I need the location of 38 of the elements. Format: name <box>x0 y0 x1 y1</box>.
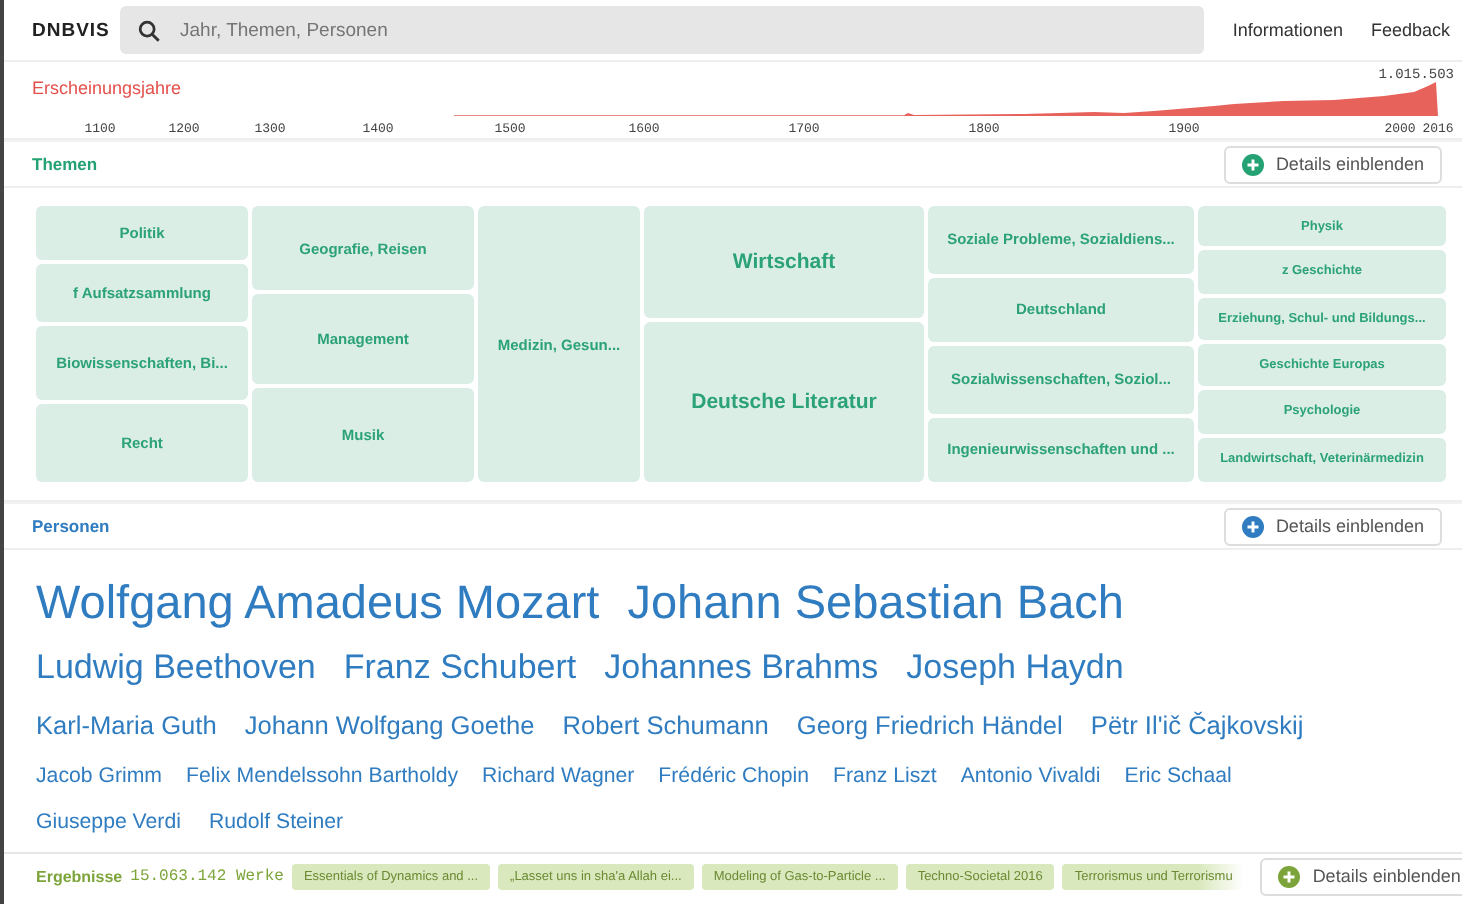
nav-link[interactable]: Informationen <box>1232 20 1343 40</box>
details-button[interactable]: Details einblenden <box>1223 145 1442 183</box>
topic-tile[interactable]: Deutsche Literatur <box>644 322 924 482</box>
person-link[interactable]: Antonio Vivaldi <box>960 764 1101 788</box>
person-link[interactable]: Johann Wolfgang Goethe <box>244 710 535 740</box>
topic-tile[interactable]: Wirtschaft <box>644 206 924 318</box>
person-link[interactable]: Giuseppe Verdi <box>36 810 181 834</box>
person-link[interactable]: Johannes Brahms <box>604 648 879 688</box>
person-link[interactable]: Eric Schaal <box>1124 764 1232 788</box>
person-link[interactable]: Richard Wagner <box>482 764 635 788</box>
details-button[interactable]: Details einblenden <box>1260 857 1462 895</box>
person-link[interactable]: Wolfgang Amadeus Mozart <box>36 575 600 629</box>
person-link[interactable]: Joseph Haydn <box>906 648 1124 688</box>
person-link[interactable]: Rudolf Steiner <box>208 810 344 834</box>
person-link[interactable]: Franz Liszt <box>833 764 937 788</box>
details-button[interactable]: Details einblenden <box>1223 507 1442 545</box>
person-link[interactable]: Pëtr Il'ič Čajkovskij <box>1090 710 1304 740</box>
plus-circle-icon <box>1241 153 1264 175</box>
person-link[interactable]: Johann Sebastian Bach <box>627 575 1124 629</box>
search-field[interactable]: Jahr, Themen, Personen <box>120 6 1205 54</box>
section-title: Personen <box>32 516 110 536</box>
search-icon <box>138 19 160 41</box>
person-link[interactable]: Robert Schumann <box>562 710 769 740</box>
person-link[interactable]: Franz Schubert <box>343 648 577 688</box>
person-link[interactable]: Ludwig Beethoven <box>36 648 316 688</box>
app-logo: DNBVIS <box>32 19 104 41</box>
section-title: Ergebnisse <box>36 867 123 885</box>
nav-link[interactable]: Feedback <box>1370 20 1450 40</box>
plus-circle-icon <box>1278 865 1301 887</box>
person-link[interactable]: Georg Friedrich Händel <box>796 710 1063 740</box>
person-link[interactable]: Jacob Grimm <box>36 764 162 788</box>
chart-title: Erscheinungsjahre <box>32 78 182 98</box>
person-link[interactable]: Frédéric Chopin <box>658 764 810 788</box>
person-link[interactable]: Karl-Maria Guth <box>36 710 217 740</box>
plus-circle-icon <box>1241 515 1264 537</box>
person-link[interactable]: Felix Mendelssohn Bartholdy <box>185 764 459 788</box>
section-title: Themen <box>32 154 98 174</box>
result-count: 15.063.142 Werke <box>130 867 284 885</box>
